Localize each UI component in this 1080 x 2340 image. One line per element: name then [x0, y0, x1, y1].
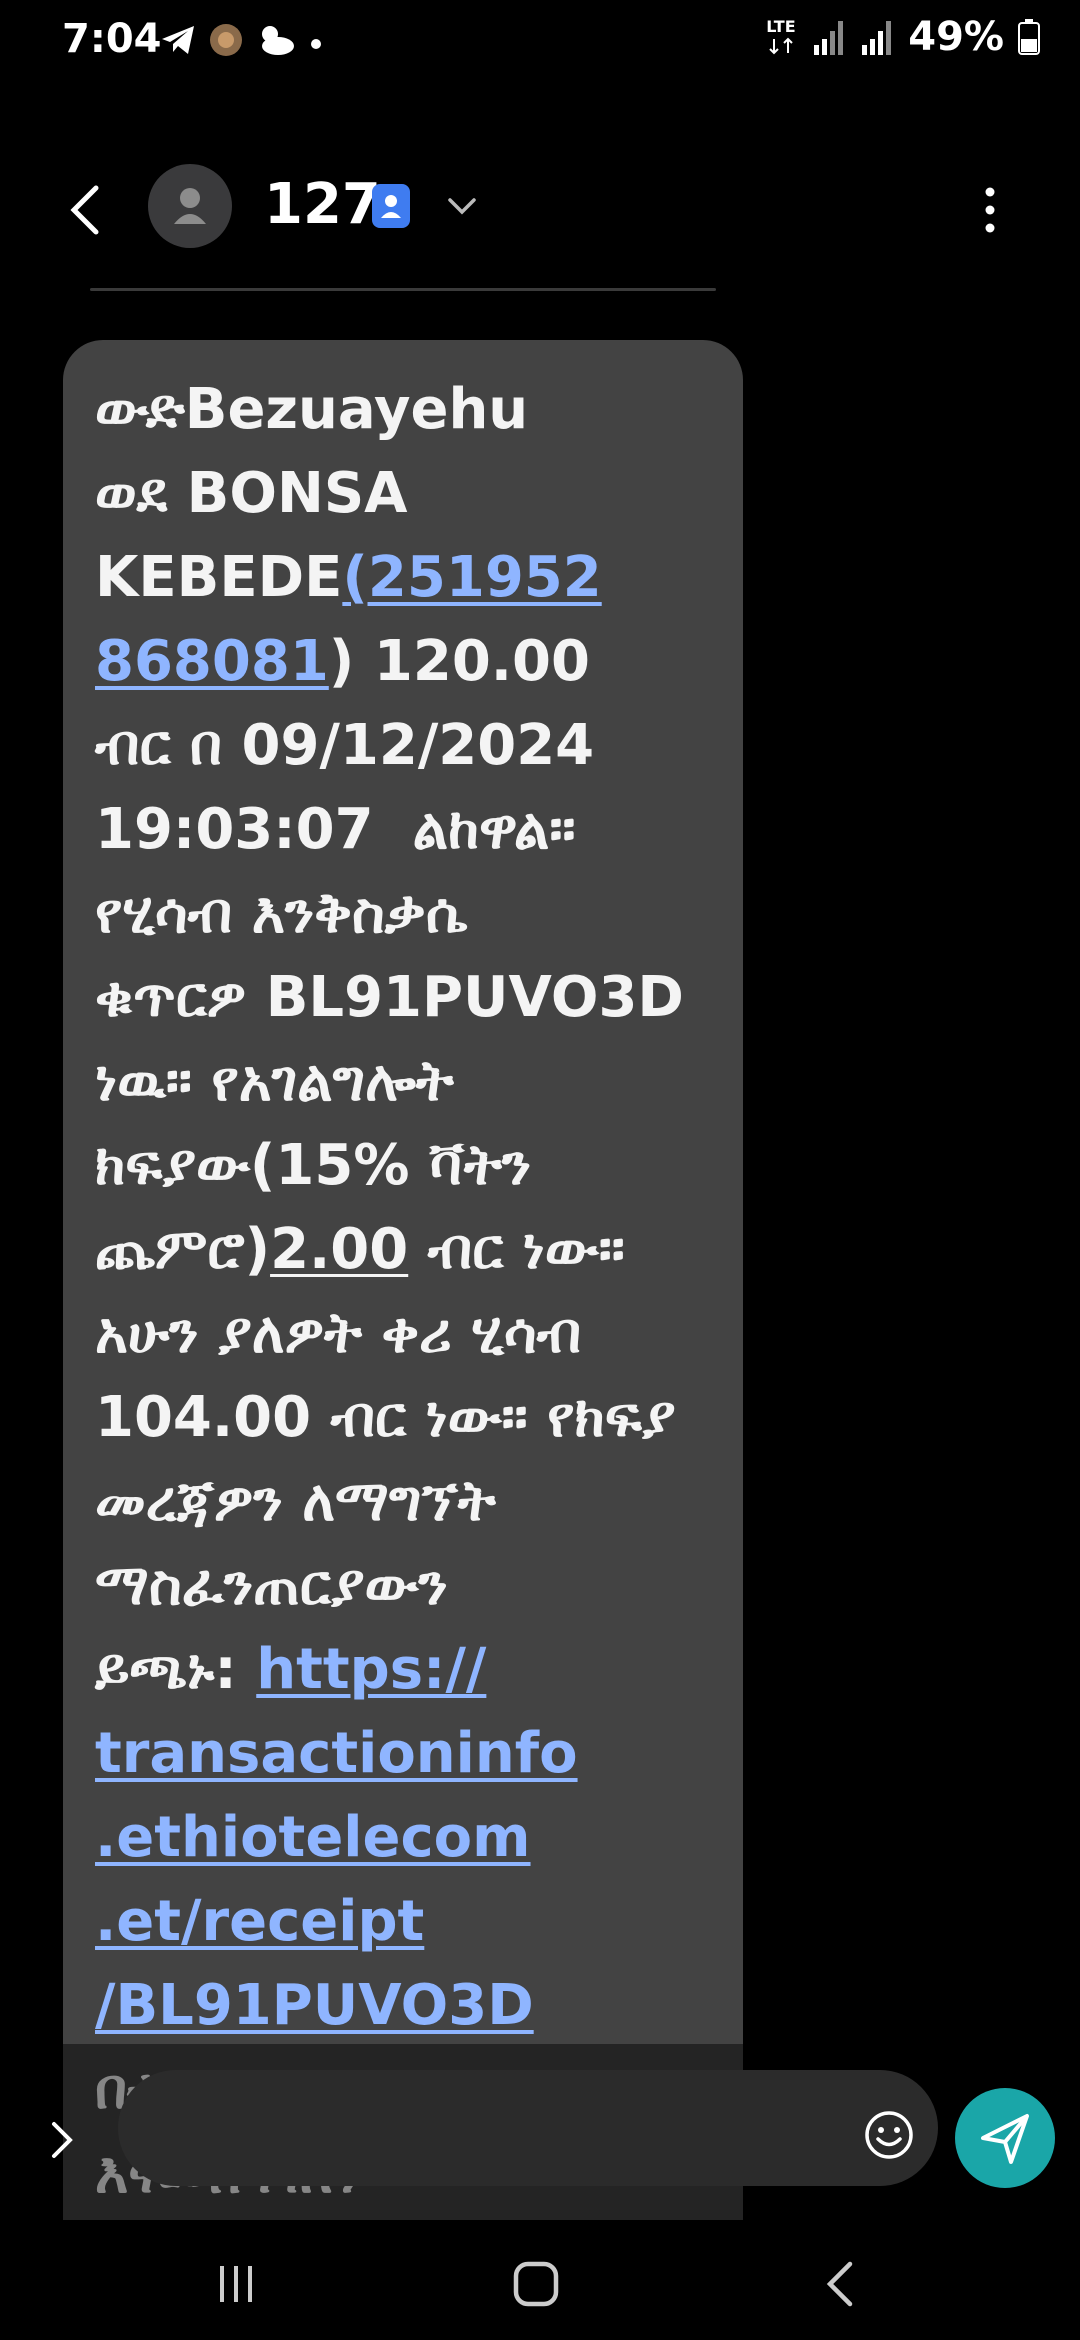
- status-time: 7:04: [62, 16, 162, 62]
- emoji-icon[interactable]: [862, 2108, 916, 2162]
- message-amount[interactable]: 2.00: [270, 1217, 408, 1282]
- lte-icon: LTE: [766, 17, 798, 57]
- recent-apps-icon[interactable]: [206, 2254, 266, 2314]
- battery-percent: 49%: [908, 14, 1004, 60]
- messages-screen: 7:04 LTE 49% 127 ውድBezuayehu ወደ BONSA KE…: [0, 0, 1080, 2340]
- message-text-segment: ብር ነው። አሁን ያለዎት ቀሪ ሂሳብ 104.00 ብር ነው። የክፍ…: [95, 1217, 676, 1702]
- message-input[interactable]: [160, 2096, 840, 2160]
- send-icon: [981, 2114, 1029, 2164]
- contact-badge-icon: [372, 184, 410, 228]
- back-arrow-icon[interactable]: [58, 180, 118, 240]
- avatar[interactable]: [148, 164, 232, 248]
- home-icon[interactable]: [506, 2254, 566, 2314]
- navigation-bar: [0, 2224, 1080, 2340]
- previous-message-edge: [90, 288, 716, 291]
- status-right: LTE 49%: [766, 14, 1040, 60]
- chevron-down-icon[interactable]: [444, 188, 480, 224]
- more-notifications-dot-icon: [311, 39, 321, 49]
- back-icon[interactable]: [812, 2254, 872, 2314]
- expand-chevron-icon[interactable]: [42, 2112, 86, 2168]
- more-vert-icon[interactable]: [970, 180, 1010, 240]
- app-notification-icon: [210, 24, 242, 56]
- telegram-icon: [162, 26, 194, 54]
- battery-icon: [1018, 19, 1040, 55]
- message-text: ውድBezuayehu ወደ BONSA KEBEDE(251952 86808…: [95, 368, 713, 2216]
- weather-icon: [262, 26, 294, 55]
- status-bar: 7:04 LTE 49%: [0, 0, 1080, 88]
- signal-icon-2: [862, 21, 892, 55]
- contact-name[interactable]: 127: [264, 172, 381, 237]
- signal-icon: [814, 21, 844, 55]
- conversation-header: 127: [0, 150, 1080, 270]
- message-text-segment: ) 120.00 ብር በ 09/12/2024 19:03:07 ልከዋል። …: [95, 629, 684, 1282]
- avatar-icon: [174, 188, 206, 224]
- message-bubble[interactable]: ውድBezuayehu ወደ BONSA KEBEDE(251952 86808…: [63, 340, 743, 2220]
- send-button[interactable]: [955, 2088, 1055, 2188]
